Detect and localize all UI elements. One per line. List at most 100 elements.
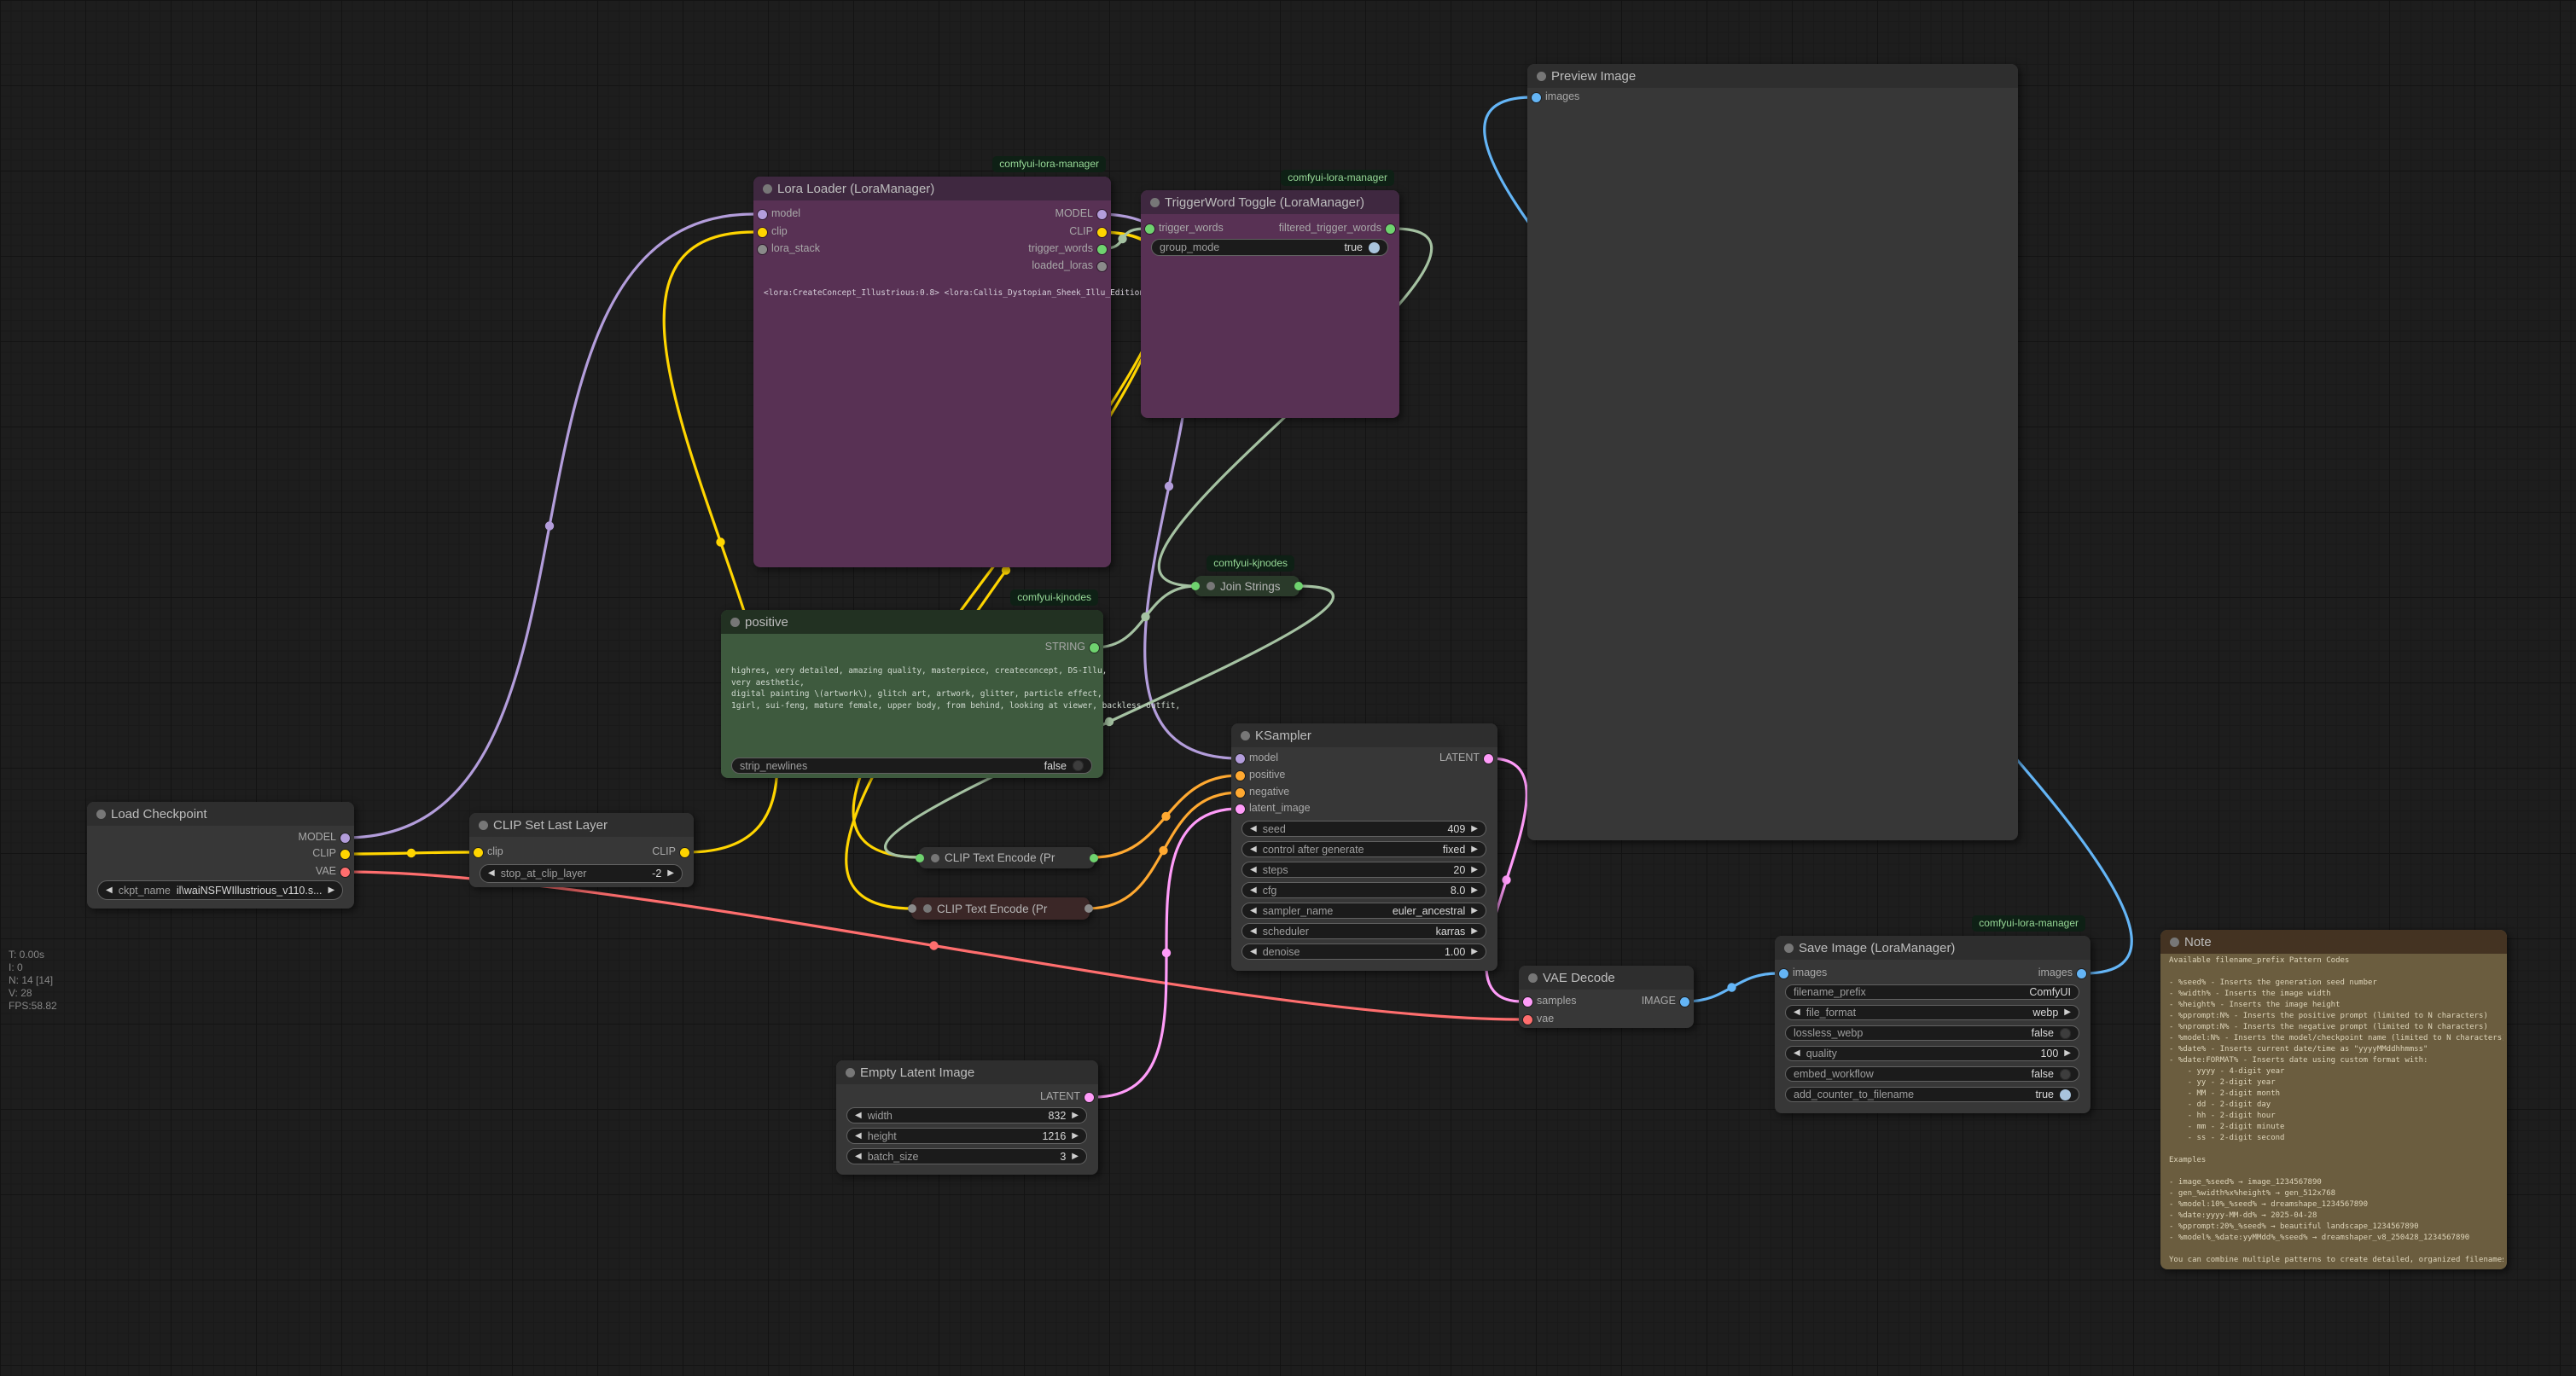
input-port-clip[interactable]: [474, 848, 483, 857]
node-lora_loader[interactable]: comfyui-lora-managerLora Loader (LoraMan…: [753, 177, 1111, 567]
node-clip_text_encode_negative[interactable]: CLIP Text Encode (Pr: [911, 897, 1090, 920]
combo-left-arrow-icon[interactable]: ◀: [855, 1152, 862, 1161]
combo-left-arrow-icon[interactable]: ◀: [1794, 1049, 1800, 1058]
widget-ckpt_name[interactable]: ◀ckpt_nameil\waiNSFWIllustrious_v110.s..…: [97, 880, 343, 900]
toggle-icon[interactable]: [1369, 242, 1380, 253]
input-port-model[interactable]: [758, 210, 767, 219]
combo-left-arrow-icon[interactable]: ◀: [1794, 1008, 1800, 1017]
input-port-lora_stack[interactable]: [758, 245, 767, 254]
node-positive[interactable]: comfyui-kjnodespositiveSTRINGstrip_newli…: [721, 610, 1103, 778]
widget-file_format[interactable]: ◀file_formatwebp▶: [1785, 1005, 2079, 1020]
widget-cfg[interactable]: ◀cfg8.0▶: [1241, 882, 1486, 898]
node-clip_set_last_layer[interactable]: CLIP Set Last LayerclipCLIP◀stop_at_clip…: [469, 813, 694, 887]
input-port-images[interactable]: [1779, 969, 1788, 978]
output-port[interactable]: [1090, 854, 1098, 862]
collapse-dot-icon[interactable]: [931, 854, 939, 862]
combo-left-arrow-icon[interactable]: ◀: [855, 1132, 862, 1141]
combo-left-arrow-icon[interactable]: ◀: [1250, 866, 1257, 874]
output-port-CLIP[interactable]: [680, 848, 689, 857]
node-join_strings[interactable]: comfyui-kjnodesJoin Strings: [1195, 576, 1300, 596]
input-port-latent_image[interactable]: [1236, 804, 1245, 814]
toggle-icon[interactable]: [1073, 760, 1084, 771]
combo-left-arrow-icon[interactable]: ◀: [488, 869, 495, 878]
widget-height[interactable]: ◀height1216▶: [846, 1128, 1087, 1144]
widget-add_counter_to_filename[interactable]: add_counter_to_filenametrue: [1785, 1087, 2079, 1102]
combo-right-arrow-icon[interactable]: ▶: [1072, 1132, 1079, 1141]
combo-right-arrow-icon[interactable]: ▶: [1471, 948, 1478, 956]
output-port-VAE[interactable]: [340, 868, 350, 877]
input-port-model[interactable]: [1236, 754, 1245, 763]
input-port-trigger_words[interactable]: [1145, 224, 1154, 234]
output-port-LATENT[interactable]: [1084, 1093, 1094, 1102]
node-ksampler[interactable]: KSamplermodelpositivenegativelatent_imag…: [1231, 723, 1497, 971]
input-port[interactable]: [916, 854, 924, 862]
combo-left-arrow-icon[interactable]: ◀: [1250, 907, 1257, 915]
input-port-vae[interactable]: [1523, 1015, 1532, 1025]
combo-right-arrow-icon[interactable]: ▶: [1471, 825, 1478, 833]
combo-right-arrow-icon[interactable]: ▶: [1072, 1152, 1079, 1161]
workflow-canvas[interactable]: Load CheckpointMODELCLIPVAE◀ckpt_nameil\…: [0, 0, 2576, 1376]
output-port-LATENT[interactable]: [1484, 754, 1493, 763]
widget-strip_newlines[interactable]: strip_newlinesfalse: [731, 758, 1092, 774]
input-port-negative[interactable]: [1236, 788, 1245, 798]
node-note[interactable]: NoteAvailable filename_prefix Pattern Co…: [2160, 930, 2507, 1269]
widget-steps[interactable]: ◀steps20▶: [1241, 862, 1486, 878]
output-port-STRING[interactable]: [1090, 643, 1099, 653]
input-port-samples[interactable]: [1523, 997, 1532, 1007]
combo-right-arrow-icon[interactable]: ▶: [2064, 1049, 2071, 1058]
combo-right-arrow-icon[interactable]: ▶: [329, 886, 335, 895]
widget-sampler_name[interactable]: ◀sampler_nameeuler_ancestral▶: [1241, 903, 1486, 919]
combo-left-arrow-icon[interactable]: ◀: [106, 886, 113, 895]
input-port[interactable]: [1191, 582, 1200, 590]
output-port-MODEL[interactable]: [1097, 210, 1107, 219]
widget-denoise[interactable]: ◀denoise1.00▶: [1241, 943, 1486, 960]
input-port-clip[interactable]: [758, 228, 767, 237]
combo-right-arrow-icon[interactable]: ▶: [1471, 927, 1478, 936]
combo-right-arrow-icon[interactable]: ▶: [1471, 866, 1478, 874]
widget-quality[interactable]: ◀quality100▶: [1785, 1046, 2079, 1061]
collapse-dot-icon[interactable]: [1207, 582, 1215, 590]
combo-left-arrow-icon[interactable]: ◀: [1250, 825, 1257, 833]
note-text[interactable]: Available filename_prefix Pattern Codes …: [2169, 955, 2503, 1264]
input-port[interactable]: [908, 904, 916, 913]
toggle-icon[interactable]: [2060, 1069, 2071, 1080]
combo-left-arrow-icon[interactable]: ◀: [1250, 886, 1257, 895]
output-port[interactable]: [1294, 582, 1303, 590]
output-port-IMAGE[interactable]: [1680, 997, 1689, 1007]
node-header[interactable]: [2160, 930, 2507, 954]
combo-left-arrow-icon[interactable]: ◀: [1250, 948, 1257, 956]
node-triggerword_toggle[interactable]: comfyui-lora-managerTriggerWord Toggle (…: [1141, 190, 1399, 418]
node-load_checkpoint[interactable]: Load CheckpointMODELCLIPVAE◀ckpt_nameil\…: [87, 802, 354, 909]
output-port-trigger_words[interactable]: [1097, 245, 1107, 254]
node-empty_latent_image[interactable]: Empty Latent ImageLATENT◀width832▶◀heigh…: [836, 1060, 1098, 1175]
output-port-images[interactable]: [2077, 969, 2086, 978]
output-port-CLIP[interactable]: [1097, 228, 1107, 237]
input-port-positive[interactable]: [1236, 771, 1245, 781]
toggle-icon[interactable]: [2060, 1089, 2071, 1100]
prompt-text[interactable]: highres, very detailed, amazing quality,…: [731, 665, 1180, 711]
widget-stop_at_clip_layer[interactable]: ◀stop_at_clip_layer-2▶: [480, 864, 683, 883]
widget-seed[interactable]: ◀seed409▶: [1241, 821, 1486, 837]
node-clip_text_encode_positive[interactable]: CLIP Text Encode (Pr: [919, 847, 1095, 868]
combo-right-arrow-icon[interactable]: ▶: [1072, 1112, 1079, 1120]
widget-scheduler[interactable]: ◀schedulerkarras▶: [1241, 923, 1486, 939]
input-port-images[interactable]: [1532, 93, 1541, 102]
node-save_image[interactable]: comfyui-lora-managerSave Image (LoraMana…: [1775, 936, 2090, 1113]
widget-lossless_webp[interactable]: lossless_webpfalse: [1785, 1025, 2079, 1041]
combo-right-arrow-icon[interactable]: ▶: [1471, 845, 1478, 854]
combo-right-arrow-icon[interactable]: ▶: [1471, 886, 1478, 895]
combo-right-arrow-icon[interactable]: ▶: [2064, 1008, 2071, 1017]
output-port-loaded_loras[interactable]: [1097, 262, 1107, 271]
widget-group_mode[interactable]: group_modetrue: [1151, 239, 1388, 256]
widget-width[interactable]: ◀width832▶: [846, 1107, 1087, 1123]
combo-left-arrow-icon[interactable]: ◀: [1250, 927, 1257, 936]
node-vae_decode[interactable]: VAE DecodesamplesvaeIMAGE: [1519, 966, 1694, 1028]
combo-left-arrow-icon[interactable]: ◀: [1250, 845, 1257, 854]
widget-embed_workflow[interactable]: embed_workflowfalse: [1785, 1066, 2079, 1082]
widget-control after generate[interactable]: ◀control after generatefixed▶: [1241, 841, 1486, 857]
combo-left-arrow-icon[interactable]: ◀: [855, 1112, 862, 1120]
toggle-icon[interactable]: [2060, 1028, 2071, 1039]
output-port-CLIP[interactable]: [340, 850, 350, 859]
combo-right-arrow-icon[interactable]: ▶: [1471, 907, 1478, 915]
node-preview_image[interactable]: Preview Imageimages: [1527, 64, 2018, 840]
